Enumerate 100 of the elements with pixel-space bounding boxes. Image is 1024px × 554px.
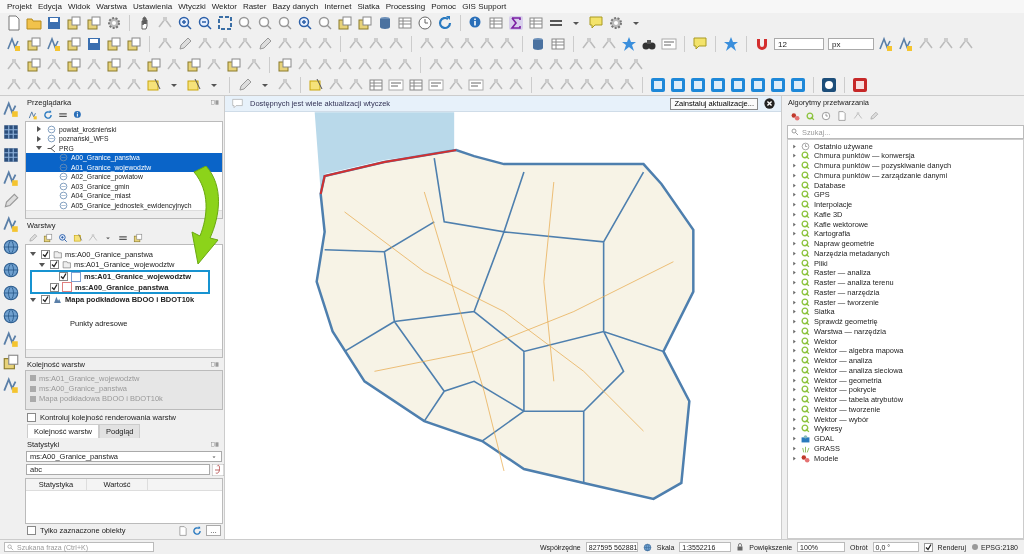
vector-layer-icon[interactable]: [898, 36, 914, 53]
pencil-icon[interactable]: [28, 232, 38, 243]
collapse-arrow[interactable]: [36, 145, 44, 151]
menu-item[interactable]: Widok: [64, 1, 94, 11]
globe-icon[interactable]: [2, 238, 20, 257]
menu-item[interactable]: Processing: [382, 1, 429, 11]
checkbox[interactable]: [41, 249, 50, 259]
globe-icon[interactable]: [642, 542, 652, 552]
menu-item[interactable]: Pomoc: [428, 1, 460, 11]
selection-icon[interactable]: [146, 77, 162, 94]
refresh-icon[interactable]: [43, 109, 53, 120]
label-icon[interactable]: [428, 77, 444, 94]
grid-icon[interactable]: [2, 146, 20, 165]
vector-layer-icon[interactable]: [878, 36, 894, 53]
selection-icon[interactable]: [308, 77, 324, 94]
horizontal-scrollbar[interactable]: [26, 349, 222, 358]
label-icon[interactable]: [468, 77, 484, 94]
checkbox[interactable]: [50, 282, 59, 292]
vector-layer-icon[interactable]: [2, 169, 20, 188]
file-icon[interactable]: [178, 525, 188, 536]
zoom-out-icon[interactable]: [197, 15, 213, 32]
qgis-icon[interactable]: [806, 111, 815, 121]
refresh-icon[interactable]: [437, 15, 453, 32]
tile-icon[interactable]: [750, 77, 766, 94]
settings-icon[interactable]: [608, 15, 624, 32]
selection-icon[interactable]: [186, 77, 202, 94]
sum-icon[interactable]: [508, 15, 524, 32]
menu-item[interactable]: Wtyczki: [175, 1, 209, 11]
tile-icon[interactable]: [710, 77, 726, 94]
pencil-icon[interactable]: [2, 192, 20, 211]
menu-item[interactable]: Bazy danych: [269, 1, 322, 11]
magnifier-icon[interactable]: [237, 15, 253, 32]
globe-icon[interactable]: [2, 307, 20, 326]
star-icon[interactable]: [621, 36, 637, 53]
menu-item[interactable]: Warstwa: [93, 1, 130, 11]
table-icon[interactable]: [397, 15, 413, 32]
file-icon[interactable]: [6, 15, 22, 32]
label-icon[interactable]: [388, 77, 404, 94]
checkbox[interactable]: [41, 295, 50, 305]
collapse-arrow[interactable]: [39, 261, 47, 268]
save-icon[interactable]: [46, 15, 62, 32]
collapse-arrow[interactable]: [30, 251, 38, 258]
save-icon[interactable]: [86, 36, 102, 53]
vector-layer-icon[interactable]: [2, 100, 20, 119]
tile-icon[interactable]: [730, 77, 746, 94]
menu-item[interactable]: Raster: [239, 1, 270, 11]
menu-item[interactable]: Wektor: [208, 1, 240, 11]
folder-icon[interactable]: [26, 15, 42, 32]
panel-buttons-icon[interactable]: [208, 98, 222, 106]
collapse-arrow[interactable]: [30, 296, 38, 303]
table-icon[interactable]: [408, 77, 424, 94]
pencil-icon[interactable]: [237, 77, 253, 94]
menu-item[interactable]: Ustawienia: [130, 1, 176, 11]
info-icon[interactable]: [73, 109, 83, 120]
magnifier-icon[interactable]: [277, 15, 293, 32]
checkbox[interactable]: [50, 260, 59, 270]
globe-icon[interactable]: [2, 261, 20, 280]
settings-icon[interactable]: [106, 15, 122, 32]
font-size-field[interactable]: 12: [774, 38, 824, 51]
tile-icon[interactable]: [670, 77, 686, 94]
menu-item[interactable]: Siatka: [354, 1, 383, 11]
tile-icon[interactable]: [650, 77, 666, 94]
pencil-icon[interactable]: [177, 36, 193, 53]
model-icon[interactable]: [791, 111, 800, 121]
clock-icon[interactable]: [821, 111, 831, 122]
magnet-icon[interactable]: [754, 36, 770, 53]
magnifier-icon[interactable]: [317, 15, 333, 32]
menu-item[interactable]: Internet: [321, 1, 355, 11]
tile-icon[interactable]: [821, 77, 837, 94]
lock-icon[interactable]: [736, 543, 745, 552]
tile-icon[interactable]: [690, 77, 706, 94]
vector-layer-icon[interactable]: [2, 330, 20, 349]
panel-buttons-icon[interactable]: [208, 440, 222, 448]
selection-icon[interactable]: [73, 232, 83, 243]
extent-icon[interactable]: [217, 15, 233, 32]
panel-buttons-icon[interactable]: [208, 360, 222, 368]
tile-icon[interactable]: [790, 77, 806, 94]
checkbox[interactable]: [27, 526, 36, 536]
database-icon[interactable]: [530, 36, 546, 53]
horizontal-scrollbar[interactable]: [26, 210, 222, 219]
vector-layer-icon[interactable]: [2, 215, 20, 234]
menu-item[interactable]: Edycja: [34, 1, 65, 11]
star-icon[interactable]: [723, 36, 739, 53]
vector-layer-icon[interactable]: [28, 109, 38, 120]
tile-icon[interactable]: [852, 77, 868, 94]
globe-icon[interactable]: [2, 284, 20, 303]
unit-dropdown[interactable]: px: [828, 38, 874, 51]
refresh-icon[interactable]: [192, 525, 202, 536]
menu-item[interactable]: GIS Support: [459, 1, 510, 11]
table-icon[interactable]: [368, 77, 384, 94]
grid-icon[interactable]: [2, 123, 20, 142]
vector-layer-icon[interactable]: [6, 36, 22, 53]
pencil-icon[interactable]: [869, 111, 879, 122]
vector-layer-icon[interactable]: [2, 376, 20, 395]
clock-icon[interactable]: [417, 15, 433, 32]
database-icon[interactable]: [377, 15, 393, 32]
zoom-in-icon[interactable]: [58, 232, 68, 243]
close-icon[interactable]: [764, 98, 775, 110]
pencil-icon[interactable]: [257, 36, 273, 53]
vector-layer-icon[interactable]: [46, 36, 62, 53]
